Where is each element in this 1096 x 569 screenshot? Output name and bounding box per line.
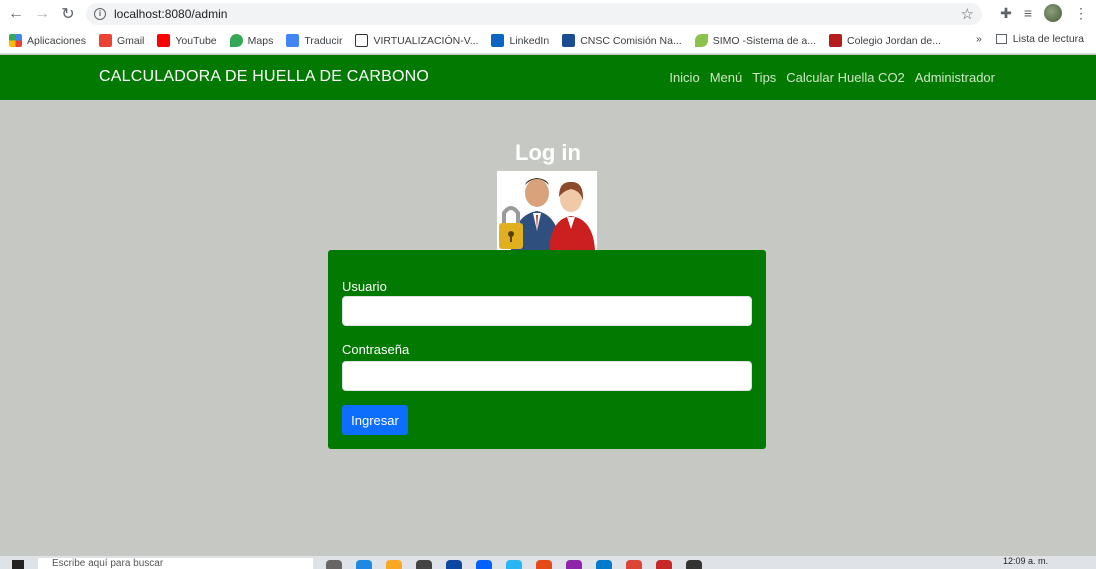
bookmark-item[interactable]: Colegio Jordan de... (829, 34, 941, 47)
bookmark-label: Maps (247, 34, 274, 47)
store-icon[interactable] (416, 560, 432, 569)
site-navbar: CALCULADORA DE HUELLA DE CARBONO Inicio … (0, 55, 1096, 100)
youtube-icon (157, 34, 171, 47)
windows-start-icon[interactable] (12, 560, 24, 569)
extensions-icon[interactable]: ✚ (1000, 5, 1012, 22)
site-info-icon[interactable]: i (94, 8, 106, 20)
gmail-icon (98, 34, 112, 47)
forward-arrow-icon[interactable]: → (29, 0, 55, 28)
bookmark-item[interactable]: Traducir (286, 34, 342, 47)
users-lock-illustration (497, 171, 597, 250)
reload-icon[interactable]: ↻ (55, 0, 81, 28)
apps-grid-icon (9, 34, 22, 47)
app-icon[interactable] (566, 560, 582, 569)
chrome-icon[interactable] (626, 560, 642, 569)
bookmark-label: CNSC Comisión Na... (580, 34, 682, 47)
reading-list-button[interactable]: Lista de lectura (995, 33, 1084, 45)
app-icon[interactable] (506, 560, 522, 569)
terminal-icon[interactable] (686, 560, 702, 569)
app-icon[interactable] (446, 560, 462, 569)
nav-link-tips[interactable]: Tips (752, 70, 776, 85)
bookmark-item[interactable]: CNSC Comisión Na... (562, 34, 682, 47)
username-input[interactable] (342, 296, 752, 326)
site-brand[interactable]: CALCULADORA DE HUELLA DE CARBONO (99, 68, 429, 86)
url-text: localhost:8080/admin (114, 7, 228, 21)
simo-leaf-icon (694, 34, 708, 47)
bookmark-label: SIMO -Sistema de a... (712, 34, 817, 47)
bookmark-label: YouTube (175, 34, 217, 47)
windows-taskbar: Escribe aquí para buscar 12:09 a. m. (0, 556, 1096, 569)
reading-list-label: Lista de lectura (1012, 33, 1084, 45)
taskbar-search-box[interactable]: Escribe aquí para buscar (38, 558, 313, 569)
bookmark-star-icon[interactable]: ☆ (961, 5, 974, 23)
address-bar[interactable]: i localhost:8080/admin ☆ (86, 3, 982, 25)
more-bookmarks-chevron-icon[interactable]: » (976, 33, 982, 45)
bookmark-label: LinkedIn (509, 34, 550, 47)
profile-avatar[interactable] (1044, 4, 1062, 22)
taskbar-pinned-apps (326, 560, 702, 569)
maps-pin-icon (229, 34, 243, 47)
toolbar-actions: ✚ ≡ ⋮ (1000, 4, 1088, 22)
bookmark-label: VIRTUALIZACIÓN-V... (373, 34, 479, 47)
browser-menu-icon[interactable]: ⋮ (1074, 5, 1088, 22)
media-control-icon[interactable]: ≡ (1024, 5, 1032, 21)
bookmark-item[interactable]: Aplicaciones (9, 34, 86, 47)
bookmark-item[interactable]: LinkedIn (491, 34, 549, 47)
nav-link-inicio[interactable]: Inicio (669, 70, 699, 85)
users-lock-icon (499, 178, 595, 250)
password-input[interactable] (342, 361, 752, 391)
bookmark-item[interactable]: Gmail (98, 34, 145, 47)
linkedin-icon (491, 34, 505, 47)
dropbox-icon[interactable] (476, 560, 492, 569)
edge-icon[interactable] (356, 560, 372, 569)
bookmark-label: Colegio Jordan de... (847, 34, 941, 47)
file-explorer-icon[interactable] (386, 560, 402, 569)
cnsc-icon (562, 34, 576, 47)
nav-link-calcular[interactable]: Calcular Huella CO2 (786, 70, 905, 85)
virtualizacion-icon (355, 34, 369, 47)
bookmark-item[interactable]: VIRTUALIZACIÓN-V... (355, 34, 478, 47)
username-label: Usuario (342, 279, 387, 294)
nav-link-menu[interactable]: Menú (710, 70, 743, 85)
reading-list-icon (995, 34, 1007, 44)
nav-link-administrador[interactable]: Administrador (915, 70, 995, 85)
app-icon[interactable] (536, 560, 552, 569)
app-icon[interactable] (656, 560, 672, 569)
translate-icon (286, 34, 300, 47)
login-title: Log in (515, 140, 581, 165)
login-submit-button[interactable]: Ingresar (342, 405, 408, 435)
back-arrow-icon[interactable]: ← (3, 0, 29, 28)
bookmark-item[interactable]: YouTube (157, 34, 217, 47)
taskbar-clock[interactable]: 12:09 a. m. (1003, 556, 1048, 566)
browser-toolbar: ← → ↻ i localhost:8080/admin ☆ ✚ ≡ ⋮ (0, 0, 1096, 28)
vscode-icon[interactable] (596, 560, 612, 569)
colegio-icon (829, 34, 843, 47)
taskbar-search-placeholder: Escribe aquí para buscar (52, 558, 164, 569)
bookmark-item[interactable]: Maps (229, 34, 274, 47)
bookmark-label: Aplicaciones (27, 34, 86, 47)
bookmarks-bar: Aplicaciones Gmail YouTube Maps Traducir… (0, 28, 1096, 54)
bookmark-label: Traducir (304, 34, 343, 47)
password-label: Contraseña (342, 342, 410, 357)
task-view-icon[interactable] (326, 560, 342, 569)
bookmarks-overflow: » Lista de lectura (976, 33, 1084, 45)
nav-links: Inicio Menú Tips Calcular Huella CO2 Adm… (669, 70, 995, 85)
bookmark-label: Gmail (116, 34, 145, 47)
bookmark-item[interactable]: SIMO -Sistema de a... (694, 34, 817, 47)
login-form: Usuario Contraseña Ingresar (328, 250, 766, 449)
